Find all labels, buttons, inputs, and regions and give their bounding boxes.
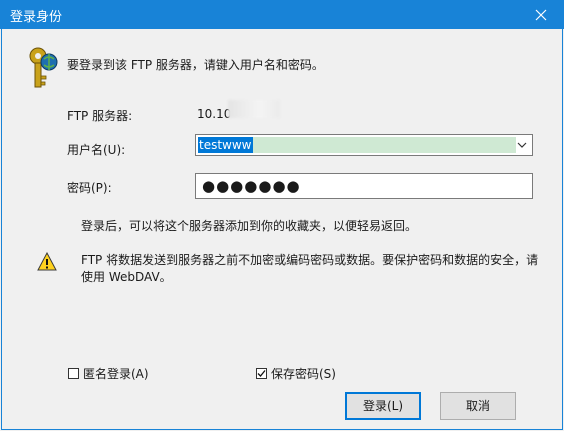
checkmark-icon — [257, 370, 266, 377]
anonymous-checkbox[interactable]: 匿名登录(A) — [68, 365, 149, 382]
intro-text: 要登录到该 FTP 服务器，请键入用户名和密码。 — [67, 58, 324, 72]
save-password-checkbox[interactable]: 保存密码(S) — [256, 365, 336, 382]
password-field[interactable]: ●●●●●●● — [195, 173, 533, 199]
server-label: FTP 服务器: — [67, 109, 133, 123]
server-value: 10.10 — [197, 107, 232, 121]
anonymous-checkbox-box[interactable] — [68, 368, 79, 379]
anonymous-label: 匿名登录(A) — [83, 367, 149, 381]
close-button[interactable] — [518, 0, 564, 29]
keys-icon — [29, 47, 58, 88]
after-login-note: 登录后，可以将这个服务器添加到你的收藏夹，以便轻易返回。 — [81, 219, 418, 233]
warning-text: FTP 将数据发送到服务器之前不加密或编码密码或数据。要保护密码和数据的安全，请… — [81, 253, 539, 284]
warning-icon — [37, 252, 57, 271]
save-password-checkbox-box[interactable] — [256, 368, 267, 379]
username-input[interactable]: testwww — [198, 137, 253, 153]
password-label: 密码(P): — [67, 181, 112, 195]
login-button[interactable]: 登录(L) — [345, 392, 421, 420]
chevron-down-icon[interactable] — [517, 141, 527, 149]
window-title: 登录身份 — [10, 10, 63, 25]
cancel-button[interactable]: 取消 — [440, 392, 516, 420]
save-password-label: 保存密码(S) — [271, 367, 336, 381]
title-bar: 登录身份 — [0, 0, 564, 29]
redacted-area — [228, 100, 280, 118]
username-label: 用户名(U): — [67, 143, 126, 157]
close-icon — [535, 9, 547, 20]
username-combobox[interactable]: testwww — [195, 134, 533, 156]
